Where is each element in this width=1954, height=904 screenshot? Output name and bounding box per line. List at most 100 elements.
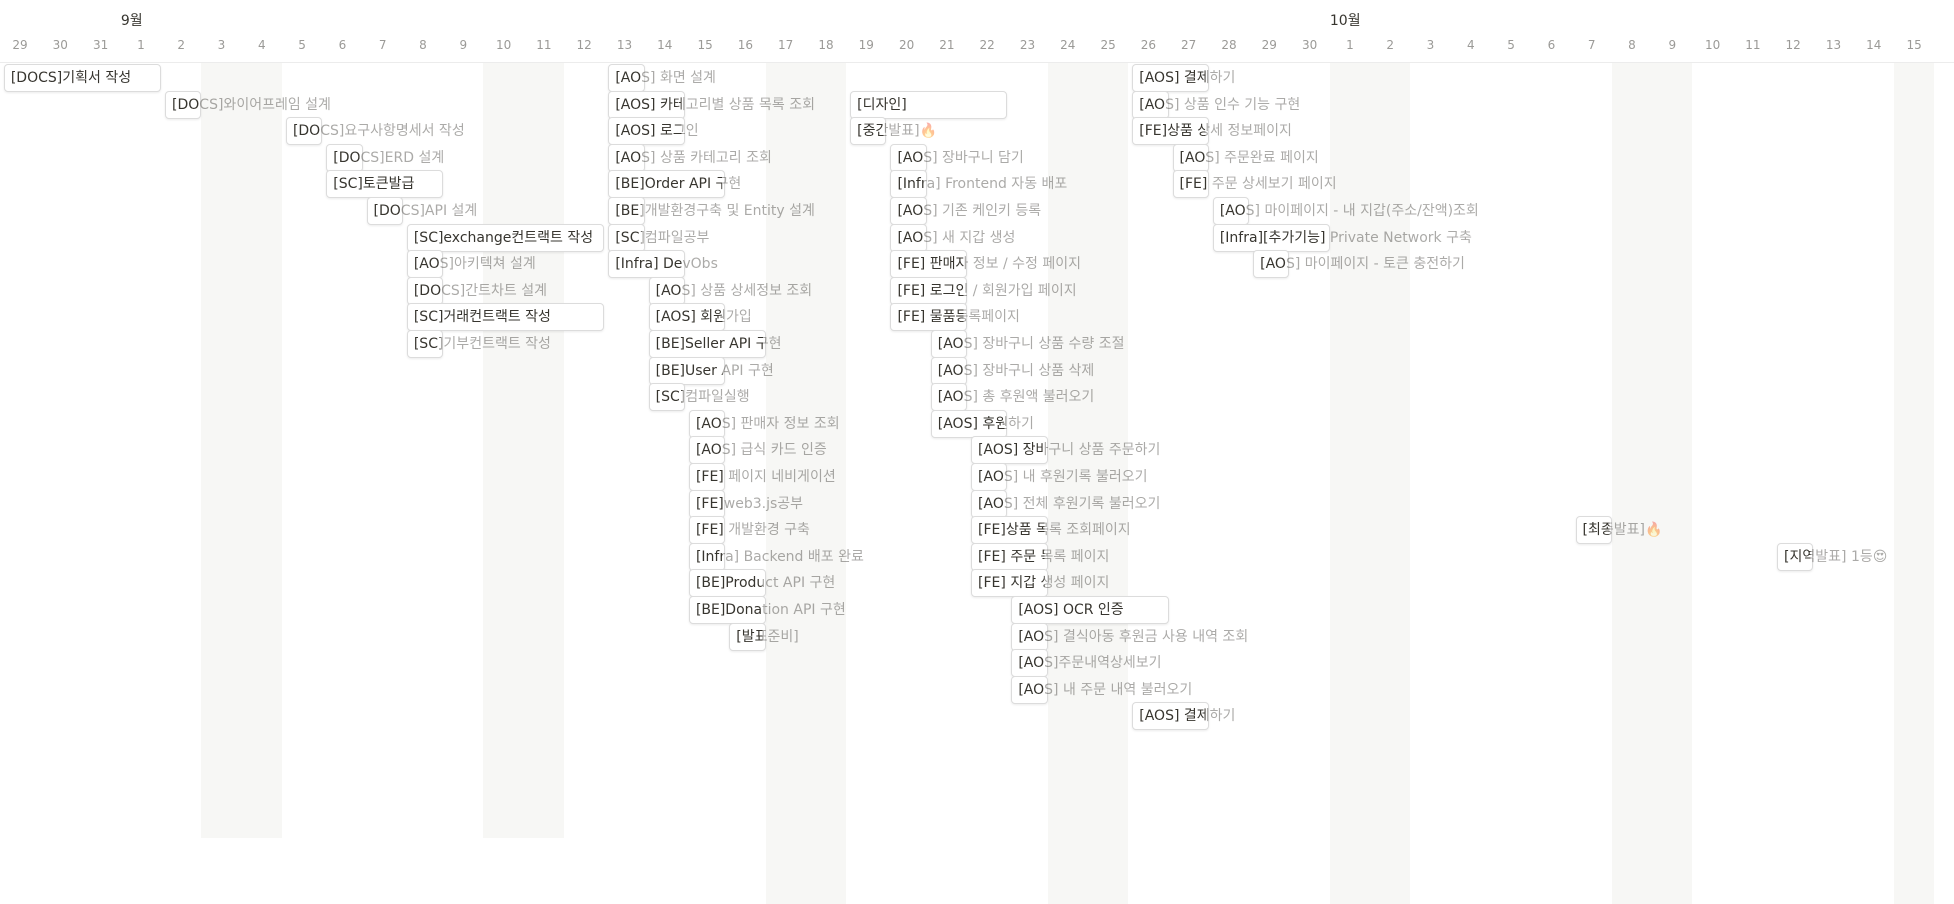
task-label: [SC]컴파일공부 bbox=[615, 229, 710, 246]
task-label: [최종발표]🔥 bbox=[1582, 522, 1663, 539]
day-label: 4 bbox=[257, 38, 266, 52]
day-label: 8 bbox=[1628, 38, 1636, 52]
task-label: [Infra] Frontend 자동 배포 bbox=[897, 176, 1068, 193]
day-label: 24 bbox=[1060, 38, 1076, 52]
task-label: [FE] 페이지 네비게이션 bbox=[695, 469, 836, 485]
day-label: 15 bbox=[697, 38, 713, 52]
task-label: [BE]User API 구현 bbox=[655, 362, 774, 379]
task-label: [중간발표]🔥 bbox=[857, 123, 938, 140]
day-label: 21 bbox=[939, 38, 955, 52]
day-label: 10 bbox=[1704, 38, 1721, 52]
day-label: 30 bbox=[52, 38, 68, 52]
day-label: 18 bbox=[818, 38, 834, 52]
task-label: [AOS] 급식 카드 인증 bbox=[695, 442, 827, 459]
day-label: 15 bbox=[1906, 38, 1922, 52]
day-label: 9 bbox=[1668, 38, 1677, 52]
task-label: [DOCS]요구사항명세서 작성 bbox=[292, 123, 465, 140]
day-label: 12 bbox=[576, 38, 592, 52]
task-label: [SC]거래컨트랙트 작성 bbox=[413, 309, 551, 326]
task-label: [FE] 지갑 생성 페이지 bbox=[978, 575, 1110, 592]
task-label: [SC]컴파일실행 bbox=[655, 389, 750, 406]
task-label: [디자인] bbox=[857, 96, 907, 113]
day-label: 22 bbox=[979, 38, 995, 52]
task-label: [Infra] DevObs bbox=[615, 256, 718, 273]
task-label: [FE]상품 상세 정보페이지 bbox=[1139, 123, 1292, 140]
day-label: 6 bbox=[338, 38, 347, 52]
task-label: [AOS] 화면 설계 bbox=[615, 70, 716, 86]
task-label: [지역발표] 1등😍 bbox=[1784, 548, 1888, 565]
day-label: 5 bbox=[1507, 38, 1515, 52]
task-label: [FE] 판매자 정보 / 수정 페이지 bbox=[897, 256, 1082, 273]
task-label: [SC]기부컨트랙트 작성 bbox=[413, 336, 551, 352]
task-label: [AOS] 카테고리별 상품 목록 조회 bbox=[615, 96, 815, 113]
task-label: [AOS] 결제하기 bbox=[1139, 70, 1236, 86]
day-label: 6 bbox=[1547, 38, 1556, 52]
task-label: [BE]Order API 구현 bbox=[615, 176, 742, 193]
day-label: 12 bbox=[1785, 38, 1801, 52]
task-label: [발표준비] bbox=[736, 628, 799, 645]
task-label: [Infra] Backend 배포 완료 bbox=[695, 548, 864, 565]
month-label: 10월 bbox=[1329, 13, 1361, 29]
weekend-column bbox=[1370, 60, 1411, 904]
task-label: [AOS] 총 후원액 불러오기 bbox=[937, 389, 1095, 406]
task-label: [SC]토큰발급 bbox=[333, 176, 415, 193]
task-label: [AOS] 상품 인수 기능 구현 bbox=[1139, 96, 1301, 113]
weekend-column bbox=[1652, 60, 1693, 904]
day-label: 20 bbox=[898, 38, 915, 52]
task-label: [AOS] 결제하기 bbox=[1139, 708, 1236, 725]
timeline-view: [DOCS]기획서 작성 [DOCS]와이어프레임 설계 [DOCS]요구사항명세서… bbox=[0, 0, 1954, 904]
day-label: 7 bbox=[1587, 38, 1596, 52]
task-label: [BE]Donation API 구현 bbox=[695, 602, 846, 618]
day-label: 25 bbox=[1100, 38, 1116, 52]
weekend-column bbox=[201, 60, 242, 904]
task-label: [Infra][추가기능] Private Network 구축 bbox=[1219, 229, 1472, 246]
day-label: 11 bbox=[536, 38, 552, 52]
task-label: [AOS] 상품 상세정보 조회 bbox=[655, 282, 813, 299]
day-label: 5 bbox=[298, 38, 306, 52]
weekend-column bbox=[1611, 60, 1653, 904]
weekend-column bbox=[1893, 60, 1935, 904]
task-label: [AOS] 전체 후원기록 불러오기 bbox=[978, 495, 1161, 512]
day-label: 14 bbox=[1866, 38, 1882, 52]
day-label: 16 bbox=[737, 38, 754, 52]
task-label: [FE] 주문 상세보기 페이지 bbox=[1179, 176, 1337, 193]
task-label: [DOCS]API 설계 bbox=[373, 203, 478, 219]
task-label: [AOS] 새 지갑 생성 bbox=[897, 229, 1016, 246]
day-label: 9 bbox=[459, 38, 468, 52]
task-label: [AOS] 판매자 정보 조회 bbox=[695, 415, 840, 432]
day-label: 31 bbox=[92, 38, 109, 52]
day-label: 29 bbox=[12, 38, 28, 52]
task-label: [AOS] 회원가입 bbox=[655, 309, 752, 326]
day-label: 3 bbox=[1426, 38, 1435, 52]
task-label: [AOS] 결식아동 후원금 사용 내역 조회 bbox=[1018, 628, 1249, 645]
task-label: [DOCS]간트차트 설계 bbox=[413, 282, 547, 299]
task-label: [AOS] 장바구니 상품 수량 조절 bbox=[937, 336, 1125, 352]
timeline-header: 9월 10월 29 30 31 1 2 3 4 5 6 7 8 9 10 11 12 13 14 15 16 17 18 19… bbox=[0, 0, 1954, 63]
task-label: [AOS]아키텍쳐 설계 bbox=[413, 256, 536, 273]
task-label: [BE]개발환경구축 및 Entity 설계 bbox=[615, 203, 815, 219]
task-label: [FE] 주문 목록 페이지 bbox=[978, 548, 1110, 565]
task-label: [DOCS]기획서 작성 bbox=[10, 70, 132, 86]
task-label: [BE]Seller API 구현 bbox=[655, 336, 782, 352]
weekend-column bbox=[241, 60, 282, 904]
task-label: [AOS] 기존 케인키 등록 bbox=[897, 203, 1042, 219]
task-label: [FE]상품 목록 조회페이지 bbox=[978, 522, 1131, 539]
day-label: 4 bbox=[1466, 38, 1475, 52]
day-label: 8 bbox=[419, 38, 427, 52]
weekend-column bbox=[523, 60, 565, 904]
task-label: [FE]web3.js공부 bbox=[695, 495, 804, 512]
day-label: 27 bbox=[1181, 38, 1197, 52]
month-label: 9월 bbox=[120, 13, 143, 29]
day-label: 7 bbox=[378, 38, 387, 52]
day-label: 23 bbox=[1019, 38, 1036, 52]
task-label: [FE] 물품등록페이지 bbox=[897, 309, 1020, 326]
day-label: 29 bbox=[1261, 38, 1277, 52]
task-label: [AOS] 상품 카테고리 조회 bbox=[615, 149, 772, 166]
day-label: 11 bbox=[1745, 38, 1761, 52]
task-label: [FE] 로그인 / 회원가입 페이지 bbox=[897, 282, 1077, 299]
task-label: [AOS] 마이페이지 - 토큰 충전하기 bbox=[1260, 256, 1465, 273]
day-label: 13 bbox=[1825, 38, 1842, 52]
day-label: 26 bbox=[1140, 38, 1157, 52]
day-label: 19 bbox=[858, 38, 874, 52]
task-label: [BE]Product API 구현 bbox=[695, 575, 836, 592]
